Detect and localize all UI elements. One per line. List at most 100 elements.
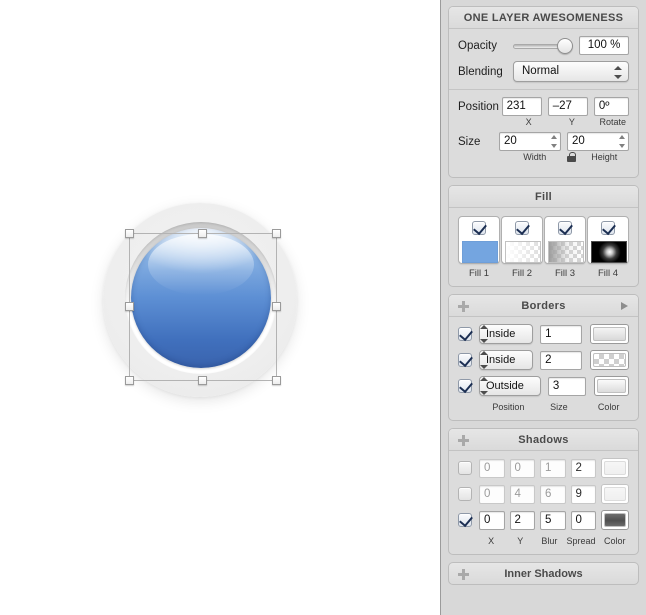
- blending-select[interactable]: Normal: [513, 61, 629, 82]
- size-label: Size: [458, 136, 499, 148]
- shadow-1-y-input[interactable]: 0: [510, 459, 536, 478]
- selection-bounding-box[interactable]: [129, 233, 277, 381]
- fill-item[interactable]: Fill 4: [587, 216, 629, 279]
- stepper-arrows-icon[interactable]: [619, 135, 626, 148]
- border-3-color-well[interactable]: [594, 376, 629, 396]
- triangle-right-icon[interactable]: [621, 302, 628, 310]
- border-1-position-select[interactable]: Inside: [479, 324, 533, 344]
- width-stepper[interactable]: 20: [499, 132, 561, 151]
- border-2-color-well[interactable]: [590, 350, 629, 370]
- borders-group-body: Inside 1 Inside 2: [449, 317, 638, 420]
- app-window: ONE LAYER AWESOMENESS Opacity 100 % Blen…: [0, 0, 646, 615]
- resize-handle-bottom-left[interactable]: [125, 376, 134, 385]
- shadow-1-spread-input[interactable]: 2: [571, 459, 597, 478]
- opacity-row: Opacity 100 %: [458, 36, 629, 55]
- caption-shadow-blur: Blur: [537, 536, 561, 546]
- border-2-position-value: Inside: [486, 354, 515, 366]
- fill-4-checkbox[interactable]: [601, 221, 615, 235]
- border-1-size-input[interactable]: 1: [540, 325, 582, 344]
- border-3-position-select[interactable]: Outside: [479, 376, 541, 396]
- canvas-area[interactable]: [0, 0, 440, 615]
- border-3-size-input[interactable]: 3: [548, 377, 586, 396]
- shadows-group: Shadows 0 0 1 2 0 4 6: [448, 428, 639, 555]
- shadow-2-color-well[interactable]: [601, 484, 629, 504]
- border-2-color-swatch: [593, 353, 626, 367]
- fill-item[interactable]: Fill 3: [544, 216, 586, 279]
- caption-y: Y: [553, 117, 590, 127]
- fill-1-preview[interactable]: [462, 241, 498, 263]
- shadow-3-color-swatch: [604, 513, 626, 527]
- border-row: Inside 2: [458, 350, 629, 370]
- shadow-3-x-input[interactable]: 0: [479, 511, 505, 530]
- shadow-2-checkbox[interactable]: [458, 487, 472, 501]
- position-y-input[interactable]: –27: [548, 97, 588, 116]
- resize-handle-bottom-center[interactable]: [198, 376, 207, 385]
- rotate-input[interactable]: 0º: [594, 97, 629, 116]
- fill-3-preview[interactable]: [548, 241, 584, 263]
- opacity-value-input[interactable]: 100 %: [579, 36, 629, 55]
- position-x-input[interactable]: 231: [502, 97, 542, 116]
- shadow-3-y-input[interactable]: 2: [510, 511, 536, 530]
- lock-icon[interactable]: [567, 152, 576, 162]
- shadow-1-checkbox[interactable]: [458, 461, 472, 475]
- fill-2-label: Fill 2: [501, 268, 543, 279]
- height-stepper[interactable]: 20: [567, 132, 629, 151]
- border-2-position-select[interactable]: Inside: [479, 350, 533, 370]
- plus-icon[interactable]: [458, 301, 469, 312]
- shadows-title: Shadows: [518, 434, 568, 446]
- position-label: Position: [458, 101, 502, 113]
- shadows-captions: X Y Blur Spread Color: [479, 536, 629, 546]
- resize-handle-bottom-right[interactable]: [272, 376, 281, 385]
- opacity-slider-knob[interactable]: [557, 38, 573, 54]
- border-2-checkbox[interactable]: [458, 353, 472, 367]
- fill-2-preview[interactable]: [505, 241, 541, 263]
- border-1-color-well[interactable]: [590, 324, 629, 344]
- caption-shadow-y: Y: [508, 536, 532, 546]
- artboard[interactable]: [95, 195, 305, 405]
- plus-icon[interactable]: [458, 435, 469, 446]
- shadow-2-y-input[interactable]: 4: [510, 485, 536, 504]
- fill-swatch-list: Fill 1 Fill 2 Fill 3: [449, 208, 638, 286]
- shadow-3-checkbox[interactable]: [458, 513, 472, 527]
- resize-handle-top-right[interactable]: [272, 229, 281, 238]
- shadow-3-spread-input[interactable]: 0: [571, 511, 597, 530]
- shadow-2-x-input[interactable]: 0: [479, 485, 505, 504]
- stepper-arrows-icon[interactable]: [551, 135, 558, 148]
- shadow-2-spread-input[interactable]: 9: [571, 485, 597, 504]
- shadow-3-color-well[interactable]: [601, 510, 629, 530]
- aspect-lock-cell[interactable]: [564, 152, 576, 164]
- fill-card[interactable]: [458, 216, 500, 264]
- shadow-1-blur-input[interactable]: 1: [540, 459, 566, 478]
- shadow-row: 0 0 1 2: [458, 458, 629, 478]
- fill-1-checkbox[interactable]: [472, 221, 486, 235]
- border-3-checkbox[interactable]: [458, 379, 472, 393]
- fill-card[interactable]: [501, 216, 543, 264]
- fill-item[interactable]: Fill 1: [458, 216, 500, 279]
- fill-2-checkbox[interactable]: [515, 221, 529, 235]
- shadow-2-blur-input[interactable]: 6: [540, 485, 566, 504]
- fill-title: Fill: [535, 191, 552, 203]
- resize-handle-top-left[interactable]: [125, 229, 134, 238]
- resize-handle-middle-left[interactable]: [125, 302, 134, 311]
- fill-item[interactable]: Fill 2: [501, 216, 543, 279]
- shadow-1-color-well[interactable]: [601, 458, 629, 478]
- caption-shadow-x: X: [479, 536, 503, 546]
- fill-card[interactable]: [587, 216, 629, 264]
- resize-handle-middle-right[interactable]: [272, 302, 281, 311]
- opacity-label: Opacity: [458, 40, 513, 52]
- layer-title-bar: ONE LAYER AWESOMENESS: [449, 7, 638, 29]
- border-2-size-input[interactable]: 2: [540, 351, 582, 370]
- caption-border-color: Color: [588, 402, 629, 412]
- plus-icon[interactable]: [458, 569, 469, 580]
- shadow-1-x-input[interactable]: 0: [479, 459, 505, 478]
- fill-4-label: Fill 4: [587, 268, 629, 279]
- border-1-checkbox[interactable]: [458, 327, 472, 341]
- fill-card[interactable]: [544, 216, 586, 264]
- position-row: Position 231 –27 0º: [458, 97, 629, 116]
- opacity-slider[interactable]: [513, 38, 571, 54]
- fill-4-preview[interactable]: [591, 241, 627, 263]
- resize-handle-top-center[interactable]: [198, 229, 207, 238]
- inner-shadows-bar[interactable]: Inner Shadows: [448, 562, 639, 585]
- shadow-3-blur-input[interactable]: 5: [540, 511, 566, 530]
- fill-3-checkbox[interactable]: [558, 221, 572, 235]
